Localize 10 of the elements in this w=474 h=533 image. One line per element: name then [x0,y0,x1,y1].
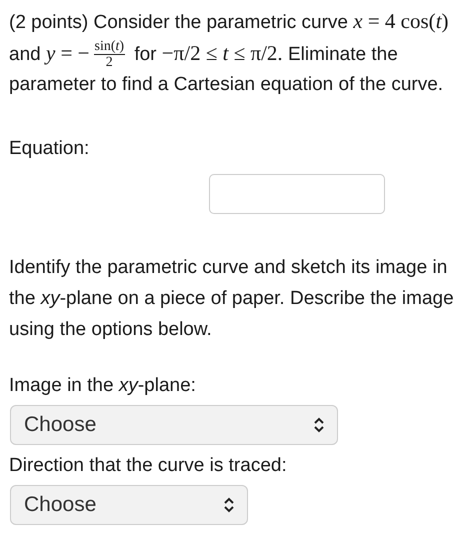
up-down-chevron-icon [313,417,325,434]
select-label: Image in the xy-plane: [9,374,197,398]
select-label: Direction that the curve is traced: [9,454,288,478]
equation-label: Equation: [9,137,90,162]
up-down-chevron-icon [223,497,235,514]
choose-dropdown[interactable]: Choose [10,405,338,446]
instructions-text: Identify the parametric curve and sketch its image in the xy-plane on a piece of paper. Describe the image using the options below. [9,256,455,342]
equation-field[interactable] [209,174,385,214]
choose-dropdown[interactable]: Choose [10,485,248,526]
question-text: (2 points) Consider the parametric curve x = 4 cos(t) and y = − sin(t) 2 for −π/2 ≤ t ≤ π/2. Eliminate the parameter to find a Cartesian equation of the curve. [9,8,450,98]
